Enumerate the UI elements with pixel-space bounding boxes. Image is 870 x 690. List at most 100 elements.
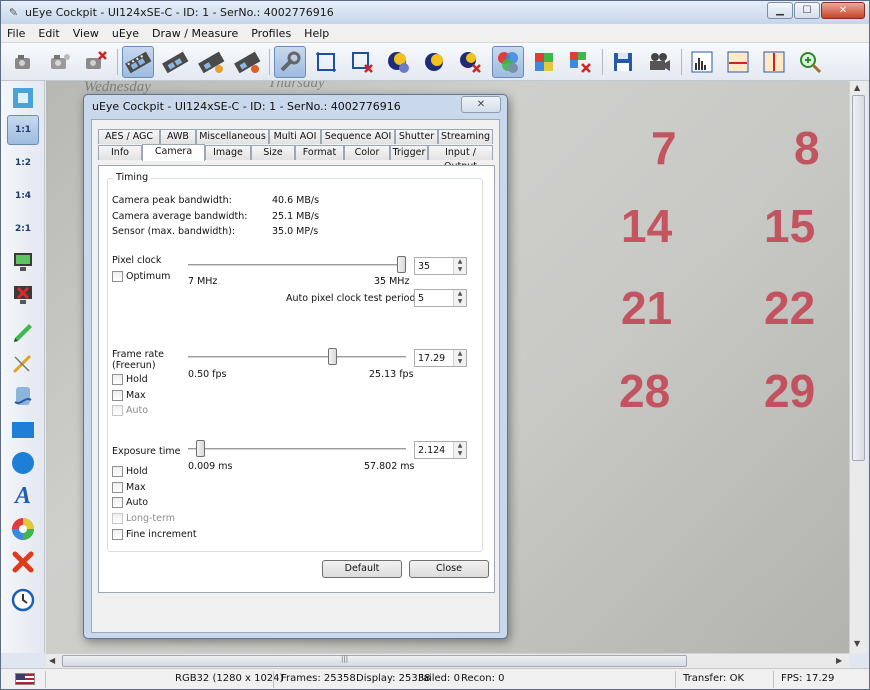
frame-rate-slider-track[interactable] (188, 356, 406, 358)
draw-freehand-icon[interactable] (7, 381, 39, 411)
menu-help[interactable]: Help (304, 27, 329, 40)
line-view-icon[interactable] (722, 46, 754, 78)
clock-icon[interactable] (7, 585, 39, 615)
tab-streaming[interactable]: Streaming (438, 129, 493, 144)
tab-multi-aoi[interactable]: Multi AOI (269, 129, 321, 144)
exposure-spinbox[interactable]: 2.124 ▲ ▼ (414, 441, 467, 459)
fine-increment-checkbox[interactable] (112, 529, 123, 540)
film-save-icon[interactable] (231, 46, 263, 78)
camera-close-icon[interactable] (79, 46, 111, 78)
delete-drawing-icon[interactable] (7, 547, 39, 577)
tab-sequence-aoi[interactable]: Sequence AOI (321, 129, 395, 144)
frame-rate-max-checkbox[interactable] (112, 390, 123, 401)
film-icon[interactable] (159, 46, 191, 78)
horizontal-line-icon[interactable] (758, 46, 790, 78)
pixel-clock-slider-thumb[interactable] (397, 256, 406, 273)
exposure-auto-label: Auto (126, 497, 149, 508)
color-picker-icon[interactable] (7, 514, 39, 544)
camera-open-alt-icon[interactable] (43, 46, 75, 78)
scroll-down-icon[interactable]: ▼ (854, 639, 860, 648)
menu-view[interactable]: View (73, 27, 99, 40)
horizontal-scrollbar[interactable]: ◀ ||| ▶ (46, 653, 849, 668)
spin-up-icon[interactable]: ▲ (454, 290, 466, 298)
vertical-scrollbar[interactable]: ▲ ▼ (849, 81, 867, 653)
scroll-left-icon[interactable]: ◀ (49, 656, 55, 665)
draw-line-icon[interactable] (7, 348, 39, 378)
spin-down-icon[interactable]: ▼ (454, 358, 466, 366)
properties-wrench-icon[interactable] (274, 46, 306, 78)
exposure-max-checkbox[interactable] (112, 482, 123, 493)
minimize-button[interactable]: ▁ (767, 2, 793, 19)
zoom-1-4-button[interactable]: 1:4 (7, 181, 39, 211)
tab-format[interactable]: Format (295, 145, 344, 160)
maximize-button[interactable]: ☐ (794, 2, 820, 19)
close-button[interactable]: Close (409, 560, 489, 578)
pixel-clock-spinbox[interactable]: 35 ▲ ▼ (414, 257, 467, 275)
tab-shutter[interactable]: Shutter (395, 129, 438, 144)
tab-image[interactable]: Image (205, 145, 251, 160)
tab-aes-agc[interactable]: AES / AGC (98, 129, 160, 144)
tab-info[interactable]: Info (98, 145, 142, 160)
spin-down-icon[interactable]: ▼ (454, 450, 466, 458)
vertical-scroll-thumb[interactable] (852, 95, 865, 461)
fit-to-window-icon[interactable] (7, 83, 39, 113)
exposure-hold-checkbox[interactable] (112, 466, 123, 477)
frame-rate-spinbox[interactable]: 17.29 ▲ ▼ (414, 349, 467, 367)
histogram-icon[interactable] (686, 46, 718, 78)
text-tool-icon[interactable]: A (7, 481, 39, 511)
pencil-icon[interactable] (7, 315, 39, 345)
tab-miscellaneous[interactable]: Miscellaneous (196, 129, 269, 144)
menu-file[interactable]: File (7, 27, 25, 40)
color-delete-icon[interactable] (564, 46, 596, 78)
auto-pixel-clock-test-spinbox[interactable]: 5 ▲ ▼ (414, 289, 467, 307)
frame-rate-slider-thumb[interactable] (328, 348, 338, 365)
aoi-icon[interactable] (310, 46, 342, 78)
spin-up-icon[interactable]: ▲ (454, 350, 466, 358)
tab-camera[interactable]: Camera (142, 144, 205, 161)
aoi-delete-icon[interactable] (346, 46, 378, 78)
night-mode-icon[interactable] (382, 46, 414, 78)
menu-ueye[interactable]: uEye (112, 27, 139, 40)
tab-color[interactable]: Color (344, 145, 390, 160)
optimum-checkbox[interactable] (112, 271, 123, 282)
spin-up-icon[interactable]: ▲ (454, 442, 466, 450)
zoom-2-1-button[interactable]: 2:1 (7, 214, 39, 244)
close-window-button[interactable]: ✕ (821, 2, 865, 19)
horizontal-scroll-thumb[interactable] (62, 655, 687, 667)
rectangle-icon[interactable] (7, 415, 39, 445)
display-monitor-icon[interactable] (7, 247, 39, 277)
tab-size[interactable]: Size (251, 145, 295, 160)
spin-up-icon[interactable]: ▲ (454, 258, 466, 266)
zoom-1-2-button[interactable]: 1:2 (7, 148, 39, 178)
camera-open-icon[interactable] (7, 46, 39, 78)
dialog-close-icon[interactable]: ✕ (461, 96, 501, 113)
scroll-right-icon[interactable]: ▶ (836, 656, 842, 665)
film-snap-icon[interactable] (195, 46, 227, 78)
film-live-icon[interactable] (122, 46, 154, 78)
zoom-1-1-button[interactable]: 1:1 (7, 115, 39, 145)
ellipse-icon[interactable] (7, 448, 39, 478)
menu-draw-measure[interactable]: Draw / Measure (152, 27, 238, 40)
tab-input-output[interactable]: Input / Output (428, 145, 493, 172)
menu-edit[interactable]: Edit (38, 27, 59, 40)
color-settings-icon[interactable] (492, 46, 524, 78)
default-button[interactable]: Default (322, 560, 402, 578)
scroll-up-icon[interactable]: ▲ (854, 83, 860, 92)
color-icon[interactable] (528, 46, 560, 78)
display-off-icon[interactable] (7, 280, 39, 310)
video-record-icon[interactable] (643, 46, 675, 78)
zoom-in-icon[interactable] (794, 46, 826, 78)
tab-trigger[interactable]: Trigger (390, 145, 428, 160)
spin-down-icon[interactable]: ▼ (454, 298, 466, 306)
tab-awb[interactable]: AWB (160, 129, 196, 144)
exposure-auto-checkbox[interactable] (112, 497, 123, 508)
night-mode-delete-icon[interactable] (454, 46, 486, 78)
exposure-slider-thumb[interactable] (196, 440, 206, 457)
night-mode-off-icon[interactable] (418, 46, 450, 78)
spin-down-icon[interactable]: ▼ (454, 266, 466, 274)
exposure-slider-track[interactable] (188, 448, 406, 450)
menu-profiles[interactable]: Profiles (251, 27, 291, 40)
frame-rate-hold-checkbox[interactable] (112, 374, 123, 385)
pixel-clock-slider-track[interactable] (188, 264, 406, 266)
save-icon[interactable] (607, 46, 639, 78)
